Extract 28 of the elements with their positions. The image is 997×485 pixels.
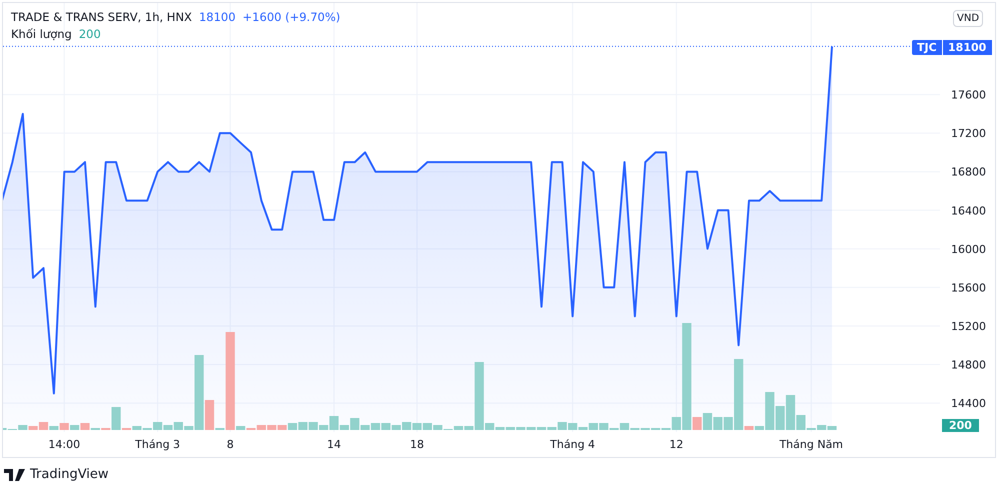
ticker-badge: TJC: [912, 40, 942, 55]
axis-label: Tháng 3: [135, 438, 180, 451]
axis-label: 16400: [951, 204, 986, 218]
axis-label: 14: [327, 438, 341, 451]
axis-label: 8: [226, 438, 234, 451]
volume-label: Khối lượng: [11, 27, 72, 41]
axis-label: 15200: [951, 320, 986, 333]
axis-label: 18: [410, 438, 424, 451]
price-badge: 18100: [942, 40, 992, 55]
axis-label: 14800: [951, 358, 986, 372]
price-value: 18100: [198, 10, 236, 24]
logo-icon: [4, 468, 26, 480]
symbol-title: TRADE & TRANS SERV, 1h, HNX: [11, 10, 192, 24]
axis-label: Tháng Năm: [779, 438, 844, 451]
axis-label: 16800: [951, 166, 986, 179]
axis-label: Tháng 4: [550, 438, 596, 451]
axis-label: 14400: [951, 397, 986, 410]
currency-button[interactable]: VND: [953, 10, 984, 27]
axis-label: 16000: [951, 242, 986, 256]
volume-value: 200: [78, 27, 101, 41]
price-change: +1600 (+9.70%): [242, 10, 340, 24]
volume-badge: 200: [942, 419, 979, 432]
axis-label: 15600: [951, 281, 986, 294]
brand-name: TradingView: [30, 467, 109, 482]
axis-label: 14:00: [48, 438, 80, 451]
axis-label: 17600: [951, 88, 986, 102]
axis-label: 12: [669, 438, 684, 451]
axis-label: 17200: [951, 127, 986, 140]
